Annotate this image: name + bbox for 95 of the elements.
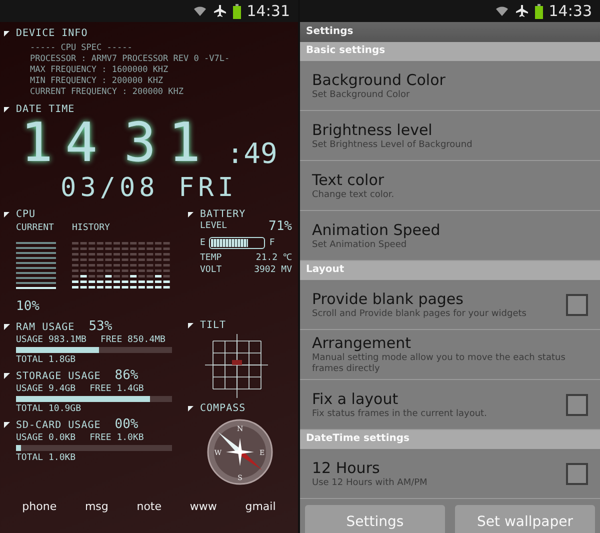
section-title: COMPASS <box>200 403 246 414</box>
corner-marker-icon <box>4 373 10 379</box>
corner-marker-icon <box>4 30 10 36</box>
usage-title: RAM USAGE <box>16 322 75 332</box>
airplane-icon <box>514 4 529 18</box>
clock-minute: 31 <box>124 115 213 171</box>
usage-title: STORAGE USAGE <box>16 370 101 382</box>
section-title: TILT <box>200 320 226 331</box>
item-title: Provide blank pages <box>312 290 464 308</box>
cpu-spec-line: MAX FREQUENCY : 1600000 KHZ <box>30 65 170 76</box>
dock-shortcut[interactable]: www <box>190 500 217 513</box>
settings-item[interactable]: Arrangement Manual setting mode allow you to move the each status frames directly <box>300 330 600 380</box>
usage-amount: USAGE 983.1MB <box>16 334 86 346</box>
corner-marker-icon <box>4 106 10 112</box>
battery-level-label: LEVEL <box>200 220 228 233</box>
empty-label: E <box>200 237 206 249</box>
settings-item[interactable]: 12 Hours Use 12 Hours with AM/PM <box>300 449 600 499</box>
action-button[interactable]: Settings <box>305 505 445 533</box>
item-title: Arrangement <box>312 334 412 352</box>
dock-shortcut[interactable]: gmail <box>245 500 276 513</box>
corner-marker-icon <box>4 422 10 428</box>
item-summary: Set Background Color <box>312 90 411 100</box>
full-label: F <box>269 237 275 249</box>
section-header: Basic settings <box>300 42 600 61</box>
total-amount: TOTAL 1.0KB <box>16 452 76 464</box>
usage-title: SD-CARD USAGE <box>16 420 101 430</box>
corner-marker-icon <box>4 212 10 218</box>
section-header: Layout <box>300 261 600 280</box>
dock-shortcut[interactable]: msg <box>84 500 108 513</box>
temp-label: TEMP <box>200 252 222 264</box>
volt-value: 3902 MV <box>254 264 292 276</box>
corner-marker-icon <box>188 322 194 328</box>
usage-amount: USAGE 9.4GB <box>16 383 76 395</box>
corner-marker-icon <box>4 324 10 330</box>
item-summary: Fix status frames in the current layout. <box>312 408 488 420</box>
item-title: Brightness level <box>312 120 434 138</box>
clock-seconds: :49 <box>226 137 278 171</box>
checkbox[interactable] <box>566 462 588 484</box>
settings-title: Settings <box>300 22 600 42</box>
item-title: Text color <box>312 170 386 188</box>
cpu-spec-line: MIN FREQUENCY : 200000 KHZ <box>30 76 164 87</box>
settings-item[interactable]: Text color Change text color. <box>300 161 600 211</box>
free-amount: FREE 1.0KB <box>90 432 144 444</box>
corner-marker-icon <box>188 212 194 218</box>
airplane-icon <box>212 4 227 18</box>
free-amount: FREE 1.4GB <box>90 383 144 395</box>
section-title: CPU <box>16 209 36 220</box>
status-time: 14:33 <box>548 2 592 20</box>
usage-percent: 53% <box>88 320 112 334</box>
battery-icon <box>534 4 543 18</box>
corner-marker-icon <box>188 406 194 412</box>
wifi-icon <box>192 4 207 18</box>
item-title: Animation Speed <box>312 220 442 238</box>
battery-percent: 71% <box>268 220 292 234</box>
usage-percent: 86% <box>114 369 138 383</box>
cpu-spec-line: ----- CPU SPEC ----- <box>30 43 134 54</box>
wifi-icon <box>494 4 509 18</box>
item-summary: Set Animation Speed <box>312 240 408 250</box>
section-title: DATE TIME <box>16 104 75 115</box>
item-summary: Change text color. <box>312 190 396 200</box>
cpu-current-label: CURRENT <box>16 222 55 234</box>
section-header: DateTime settings <box>300 430 600 449</box>
usage-percent: 00% <box>114 418 138 432</box>
dock-shortcut[interactable]: note <box>136 500 162 513</box>
item-title: Fix a layout <box>312 390 400 408</box>
item-summary: Set Brightness Level of Background <box>312 140 474 150</box>
cpu-percent: 10% <box>16 300 40 314</box>
battery-icon <box>232 4 241 18</box>
volt-label: VOLT <box>200 264 222 276</box>
item-summary: Scroll and Provide blank pages for your widgets <box>312 308 528 320</box>
settings-item[interactable]: Provide blank pages Scroll and Provide blank pages for your widgets <box>300 280 600 330</box>
total-amount: TOTAL 1.8GB <box>16 354 76 366</box>
usage-amount: USAGE 0.0KB <box>16 432 76 444</box>
cpu-spec-line: CURRENT FREQUENCY : 200000 KHZ <box>30 87 185 98</box>
section-title: DEVICE INFO <box>16 28 88 39</box>
item-title: Background Color <box>312 70 446 88</box>
free-amount: FREE 850.4MB <box>100 334 166 346</box>
item-summary: Use 12 Hours with AM/PM <box>312 478 428 488</box>
clock-date: 03/08 FRI <box>60 173 238 203</box>
settings-item[interactable]: Background Color Set Background Color <box>300 61 600 111</box>
status-time: 14:31 <box>246 2 290 20</box>
checkbox[interactable] <box>566 394 588 416</box>
action-button[interactable]: Set wallpaper <box>455 505 595 533</box>
dock-shortcut[interactable]: phone <box>22 500 57 513</box>
temp-value: 21.2 ℃ <box>256 252 292 264</box>
total-amount: TOTAL 10.9GB <box>16 403 82 415</box>
cpu-history-label: HISTORY <box>72 222 111 234</box>
tilt-grid-drawing <box>204 333 270 399</box>
checkbox[interactable] <box>566 294 588 316</box>
section-title: BATTERY <box>200 209 246 220</box>
cpu-spec-line: PROCESSOR : ARMV7 PROCESSOR REV 0 -V7L- <box>30 54 231 65</box>
settings-item[interactable]: Brightness level Set Brightness Level of Background <box>300 111 600 161</box>
item-title: 12 Hours <box>312 458 381 476</box>
item-summary: Manual setting mode allow you to move the each status frames directly <box>312 353 566 375</box>
clock-hour: 14 <box>20 115 110 171</box>
